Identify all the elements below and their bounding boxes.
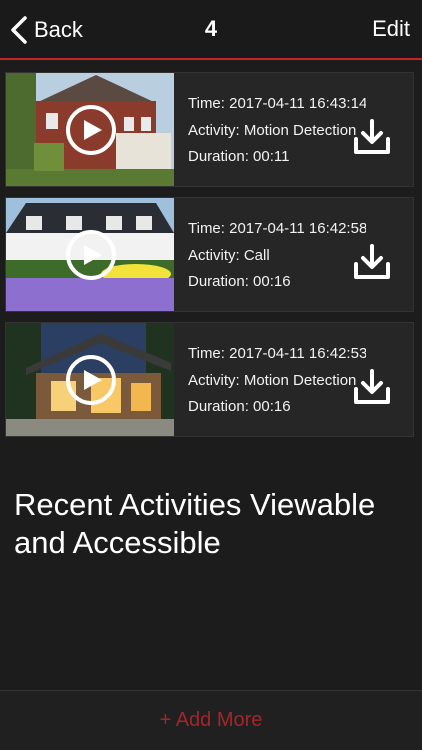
activity-info: Time: 2017-04-11 16:43:14 Activity: Moti… xyxy=(188,91,366,171)
activity-type: Activity: Call xyxy=(188,246,270,264)
play-button[interactable] xyxy=(66,355,116,405)
activity-info: Time: 2017-04-11 16:42:58 Activity: Call… xyxy=(188,216,366,296)
activity-card[interactable]: Time: 2017-04-11 16:42:58 Activity: Call… xyxy=(5,197,414,312)
edit-button[interactable]: Edit xyxy=(372,16,410,42)
activity-time: Time: 2017-04-11 16:42:58 xyxy=(188,220,366,237)
play-icon xyxy=(84,245,102,265)
activity-type: Activity: Motion Detection xyxy=(188,121,357,139)
activity-duration: Duration: 00:16 xyxy=(188,398,291,415)
video-thumbnail[interactable] xyxy=(6,73,174,186)
download-icon[interactable] xyxy=(353,244,391,280)
download-icon[interactable] xyxy=(353,119,391,155)
activity-type: Activity: Motion Detection xyxy=(188,371,357,389)
play-button[interactable] xyxy=(66,230,116,280)
play-icon xyxy=(84,370,102,390)
download-icon[interactable] xyxy=(353,369,391,405)
play-icon xyxy=(84,120,102,140)
play-button[interactable] xyxy=(66,105,116,155)
activity-card[interactable]: Time: 2017-04-11 16:43:14 Activity: Moti… xyxy=(5,72,414,187)
activity-time: Time: 2017-04-11 16:42:53 xyxy=(188,345,366,362)
activity-duration: Duration: 00:16 xyxy=(188,273,291,290)
activity-time: Time: 2017-04-11 16:43:14 xyxy=(188,95,366,112)
activity-card[interactable]: Time: 2017-04-11 16:42:53 Activity: Moti… xyxy=(5,322,414,437)
activity-duration: Duration: 00:11 xyxy=(188,148,290,165)
page-title: 4 xyxy=(204,16,218,41)
video-thumbnail[interactable] xyxy=(6,323,174,436)
video-thumbnail[interactable] xyxy=(6,198,174,311)
activity-info: Time: 2017-04-11 16:42:53 Activity: Moti… xyxy=(188,341,366,421)
nav-bar: Back 4 Edit xyxy=(0,0,422,60)
add-more-button[interactable]: + Add More xyxy=(0,690,422,750)
promo-headline: Recent Activities Viewable and Accessibl… xyxy=(14,487,376,560)
